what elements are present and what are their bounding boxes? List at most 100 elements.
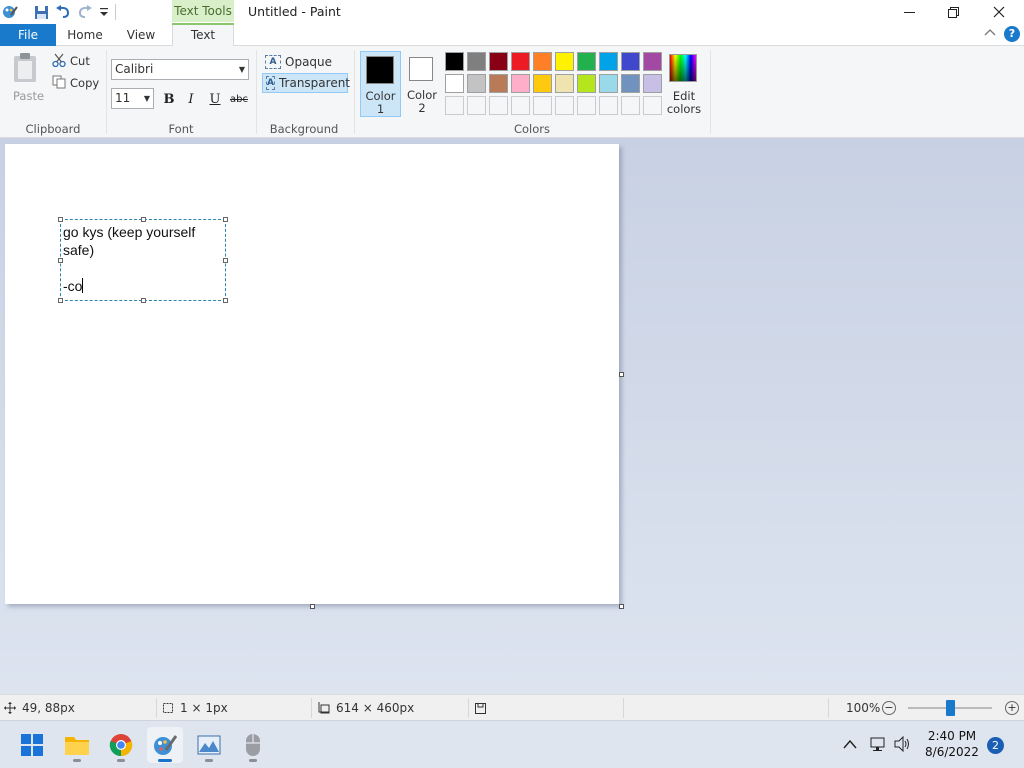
palette-color-swatch[interactable] — [577, 52, 596, 71]
restore-button[interactable] — [930, 0, 976, 24]
palette-color-swatch[interactable] — [489, 74, 508, 93]
status-separator — [828, 698, 829, 718]
taskbar-mouse-app[interactable] — [235, 727, 271, 763]
taskbar-paint[interactable] — [147, 727, 183, 763]
canvas-resize-handle-bottom[interactable] — [310, 604, 315, 609]
close-button[interactable] — [976, 0, 1022, 24]
palette-color-swatch[interactable] — [467, 52, 486, 71]
palette-color-swatch[interactable] — [445, 52, 464, 71]
font-family-value: Calibri — [115, 62, 154, 76]
opaque-icon: A — [265, 55, 281, 69]
tab-view[interactable]: View — [116, 24, 166, 46]
show-hidden-icons-chevron-icon[interactable] — [843, 738, 857, 752]
palette-color-swatch[interactable] — [489, 52, 508, 71]
clock-date: 8/6/2022 — [925, 745, 979, 759]
clock-time: 2:40 PM — [927, 729, 977, 743]
opaque-button[interactable]: A Opaque — [262, 52, 348, 72]
palette-color-swatch[interactable] — [643, 74, 662, 93]
resize-handle[interactable] — [141, 217, 146, 222]
collapse-ribbon-icon[interactable] — [984, 27, 996, 40]
copy-button[interactable]: Copy — [70, 76, 99, 90]
resize-handle[interactable] — [58, 258, 63, 263]
canvas-resize-handle-corner[interactable] — [619, 604, 624, 609]
tab-file[interactable]: File — [0, 24, 56, 46]
palette-color-swatch[interactable] — [555, 52, 574, 71]
customize-qat-icon[interactable] — [95, 3, 113, 21]
palette-color-swatch[interactable] — [621, 52, 640, 71]
text-box[interactable]: go kys (keep yourself safe) -co — [58, 217, 228, 303]
transparent-button[interactable]: A Transparent — [262, 73, 350, 93]
resize-handle[interactable] — [223, 258, 228, 263]
network-icon[interactable] — [870, 736, 888, 755]
taskbar-file-explorer[interactable] — [59, 727, 95, 763]
italic-button[interactable]: I — [181, 89, 201, 109]
palette-color-swatch[interactable] — [445, 74, 464, 93]
palette-color-swatch[interactable] — [533, 74, 552, 93]
paste-button[interactable]: Paste — [13, 89, 44, 103]
cursor-position-value: 49, 88px — [22, 701, 75, 715]
custom-color-slot[interactable] — [599, 96, 618, 115]
resize-handle[interactable] — [58, 298, 63, 303]
custom-color-slot[interactable] — [489, 96, 508, 115]
palette-color-swatch[interactable] — [555, 74, 574, 93]
palette-color-swatch[interactable] — [599, 52, 618, 71]
custom-color-slot[interactable] — [467, 96, 486, 115]
taskbar-photos[interactable] — [191, 727, 227, 763]
zoom-slider-thumb[interactable] — [946, 700, 955, 716]
paste-icon[interactable] — [12, 52, 40, 87]
color2-label: Color 2 — [406, 88, 438, 115]
image-size-icon — [318, 702, 330, 714]
custom-color-slot[interactable] — [533, 96, 552, 115]
custom-color-slot[interactable] — [621, 96, 640, 115]
resize-handle[interactable] — [58, 217, 63, 222]
typed-text[interactable]: go kys (keep yourself safe) -co — [63, 223, 223, 295]
taskbar-chrome[interactable] — [103, 727, 139, 763]
color1-button[interactable]: Color 1 — [360, 51, 401, 117]
color2-button[interactable]: Color 2 — [403, 51, 441, 117]
color2-swatch — [409, 57, 433, 81]
running-indicator — [117, 759, 125, 762]
underline-button[interactable]: U — [205, 89, 225, 109]
custom-color-slot[interactable] — [643, 96, 662, 115]
minimize-button[interactable] — [886, 0, 932, 24]
volume-icon[interactable] — [894, 735, 912, 755]
custom-color-slot[interactable] — [555, 96, 574, 115]
help-icon[interactable]: ? — [1004, 26, 1020, 42]
palette-color-swatch[interactable] — [577, 74, 596, 93]
resize-handle[interactable] — [223, 298, 228, 303]
palette-color-swatch[interactable] — [467, 74, 486, 93]
redo-icon[interactable] — [76, 3, 94, 21]
palette-color-swatch[interactable] — [511, 74, 530, 93]
copy-icon — [52, 75, 66, 92]
palette-color-swatch[interactable] — [533, 52, 552, 71]
edit-colors-button[interactable]: Edit colors — [662, 90, 706, 116]
palette-color-swatch[interactable] — [511, 52, 530, 71]
palette-color-swatch[interactable] — [621, 74, 640, 93]
cut-button[interactable]: Cut — [70, 54, 90, 68]
custom-color-slot[interactable] — [577, 96, 596, 115]
strikethrough-button[interactable]: abc — [228, 89, 250, 109]
restore-icon — [947, 6, 959, 18]
font-size-dropdown[interactable]: 11 ▼ — [111, 88, 154, 109]
font-family-dropdown[interactable]: Calibri ▼ — [111, 59, 249, 80]
tab-home[interactable]: Home — [60, 24, 110, 46]
custom-color-slot[interactable] — [511, 96, 530, 115]
save-icon[interactable] — [32, 3, 50, 21]
paint-app-icon[interactable] — [1, 3, 19, 21]
palette-color-swatch[interactable] — [599, 74, 618, 93]
custom-color-slot[interactable] — [445, 96, 464, 115]
palette-color-swatch[interactable] — [643, 52, 662, 71]
zoom-in-button[interactable]: + — [1005, 701, 1019, 715]
system-clock[interactable]: 2:40 PM 8/6/2022 — [924, 728, 980, 760]
close-icon — [993, 6, 1005, 18]
start-button[interactable] — [14, 727, 50, 763]
tab-text[interactable]: Text — [172, 23, 234, 46]
zoom-out-button[interactable]: − — [882, 701, 896, 715]
resize-handle[interactable] — [141, 298, 146, 303]
canvas-resize-handle-right[interactable] — [619, 372, 624, 377]
undo-icon[interactable] — [54, 3, 72, 21]
notification-badge[interactable]: 2 — [987, 737, 1004, 754]
resize-handle[interactable] — [223, 217, 228, 222]
bold-button[interactable]: B — [159, 89, 179, 109]
drawing-canvas[interactable]: go kys (keep yourself safe) -co — [5, 144, 619, 604]
